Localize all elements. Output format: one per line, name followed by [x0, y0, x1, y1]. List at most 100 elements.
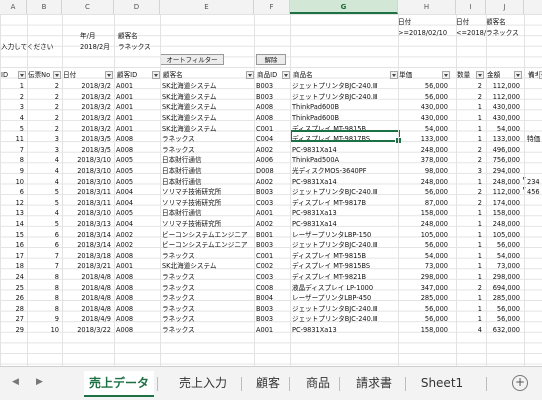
table-cell-cust[interactable]: SK北海道システム	[162, 92, 252, 102]
table-cell-id[interactable]: 26	[0, 293, 24, 303]
table-cell-den[interactable]: 4	[27, 177, 59, 187]
table-cell-den[interactable]: 8	[27, 283, 59, 293]
table-cell-den[interactable]: 9	[27, 314, 59, 324]
table-header-note[interactable]: 備考	[528, 70, 538, 80]
table-cell-den[interactable]: 7	[27, 261, 59, 271]
table-cell-prod[interactable]: レーザープリンタLBP-150	[292, 230, 396, 240]
filter-dropdown-icon[interactable]	[152, 71, 160, 79]
table-cell-den[interactable]: 3	[27, 134, 59, 144]
table-cell-price[interactable]: 105,000	[398, 230, 448, 240]
table-cell-price[interactable]: 73,000	[398, 261, 448, 271]
customer-name-value[interactable]: ラネックス	[118, 42, 151, 52]
table-cell-price[interactable]: 158,000	[398, 208, 448, 218]
year-month-value[interactable]: 2018/2月	[80, 42, 110, 52]
column-header-d[interactable]: D	[114, 0, 160, 14]
table-cell-amount[interactable]: 430,000	[486, 102, 520, 112]
criteria-header-customer[interactable]: 顧客名	[486, 17, 506, 27]
table-cell-amount[interactable]: 112,000	[486, 81, 520, 91]
column-header-e[interactable]: E	[160, 0, 254, 14]
table-cell-den[interactable]: 4	[27, 155, 59, 165]
table-cell-date[interactable]: 2018/3/2	[62, 124, 111, 134]
table-cell-date[interactable]: 2018/3/2	[62, 92, 111, 102]
table-cell-prod[interactable]: ディスプレイ MT-9817B	[292, 198, 396, 208]
table-header-id[interactable]: ID	[1, 70, 17, 80]
table-cell-qty[interactable]: 2	[456, 187, 482, 197]
table-cell-price[interactable]: 248,000	[398, 219, 448, 229]
table-cell-id[interactable]: 5	[0, 124, 24, 134]
table-cell-prod[interactable]: ジェットプリンタBJC-240.Ⅲ	[292, 187, 396, 197]
table-cell-amount[interactable]: 496,000	[486, 145, 520, 155]
table-cell-amount[interactable]: 430,000	[486, 113, 520, 123]
criteria-header-date-from[interactable]: 日付	[398, 17, 411, 27]
table-cell-amount[interactable]: 133,000	[486, 134, 520, 144]
table-cell-den[interactable]: 6	[27, 230, 59, 240]
table-cell-den[interactable]: 5	[27, 198, 59, 208]
table-cell-den[interactable]: 3	[27, 145, 59, 155]
table-cell-id[interactable]: 18	[0, 261, 24, 271]
table-cell-cust-id[interactable]: A001	[116, 102, 158, 112]
column-header-b[interactable]: B	[27, 0, 62, 14]
table-cell-cust-id[interactable]: A008	[116, 293, 158, 303]
table-cell-date[interactable]: 2018/3/10	[62, 208, 111, 218]
table-cell-price[interactable]: 56,000	[398, 81, 448, 91]
worksheet-grid[interactable]: 日付 日付 顧客名 >=2018/02/10 <=2018/02/28 ラネック…	[0, 14, 542, 366]
table-cell-date[interactable]: 2018/4/8	[62, 272, 111, 282]
table-header-cust-id[interactable]: 顧客ID	[117, 70, 151, 80]
table-cell-cust-id[interactable]: A004	[116, 219, 158, 229]
table-cell-date[interactable]: 2018/3/5	[62, 145, 111, 155]
table-cell-cust-id[interactable]: A008	[116, 145, 158, 155]
table-cell-amount[interactable]: 285,000	[486, 293, 520, 303]
table-header-cust[interactable]: 顧客名	[163, 70, 245, 80]
criteria-date-from-value[interactable]: >=2018/02/10	[398, 28, 456, 38]
table-cell-note[interactable]: 456	[527, 187, 542, 197]
table-cell-prod[interactable]: ThinkPad600B	[292, 113, 396, 123]
table-cell-prod[interactable]: PC-9831Xa14	[292, 177, 396, 187]
table-cell-den[interactable]: 2	[27, 124, 59, 134]
table-cell-den[interactable]: 7	[27, 251, 59, 261]
table-cell-amount[interactable]: 756,000	[486, 155, 520, 165]
table-header-den[interactable]: 伝票No	[28, 70, 52, 80]
table-cell-date[interactable]: 2018/3/2	[62, 113, 111, 123]
table-cell-id[interactable]: 10	[0, 177, 24, 187]
table-cell-qty[interactable]: 1	[456, 314, 482, 324]
table-cell-id[interactable]: 3	[0, 102, 24, 112]
table-cell-date[interactable]: 2018/4/8	[62, 283, 111, 293]
table-cell-prod-id[interactable]: A001	[256, 208, 288, 218]
table-cell-qty[interactable]: 1	[456, 134, 482, 144]
table-cell-qty[interactable]: 1	[456, 208, 482, 218]
table-cell-cust[interactable]: ソリマチ技術研究所	[162, 219, 252, 229]
table-cell-prod-id[interactable]: B003	[256, 92, 288, 102]
table-cell-prod[interactable]: ジェットプリンタBJC-240.Ⅲ	[292, 81, 396, 91]
table-cell-prod[interactable]: レーザープリンタLBP-450	[292, 293, 396, 303]
table-cell-qty[interactable]: 1	[456, 304, 482, 314]
table-cell-prod[interactable]: ThinkPad600B	[292, 102, 396, 112]
table-cell-prod[interactable]: PC-9831Xa13	[292, 208, 396, 218]
table-cell-prod-id[interactable]: C003	[256, 272, 288, 282]
table-cell-date[interactable]: 2018/3/10	[62, 166, 111, 176]
table-cell-prod-id[interactable]: A006	[256, 155, 288, 165]
table-cell-id[interactable]: 28	[0, 304, 24, 314]
table-cell-cust-id[interactable]: A001	[116, 261, 158, 271]
filter-dropdown-icon[interactable]	[514, 71, 522, 79]
table-cell-price[interactable]: 347,000	[398, 283, 448, 293]
table-cell-den[interactable]: 8	[27, 304, 59, 314]
table-cell-prod-id[interactable]: B003	[256, 240, 288, 250]
table-cell-cust[interactable]: 日本財行通信	[162, 208, 252, 218]
table-cell-amount[interactable]: 158,000	[486, 208, 520, 218]
criteria-header-date-to[interactable]: 日付	[456, 17, 469, 27]
table-cell-price[interactable]: 56,000	[398, 240, 448, 250]
table-header-date[interactable]: 日付	[63, 70, 104, 80]
table-cell-price[interactable]: 158,000	[398, 325, 448, 335]
table-cell-qty[interactable]: 2	[456, 92, 482, 102]
table-cell-prod[interactable]: ディスプレイ MT-9815B	[292, 251, 396, 261]
table-cell-den[interactable]: 10	[27, 325, 59, 335]
prev-sheet-icon[interactable]: ◀	[12, 377, 19, 387]
table-cell-prod-id[interactable]: C008	[256, 283, 288, 293]
table-cell-id[interactable]: 8	[0, 155, 24, 165]
table-cell-id[interactable]: 15	[0, 230, 24, 240]
table-cell-cust[interactable]: 日本財行通信	[162, 166, 252, 176]
table-cell-cust-id[interactable]: A008	[116, 251, 158, 261]
table-cell-amount[interactable]: 694,000	[486, 283, 520, 293]
table-cell-prod-id[interactable]: C002	[256, 261, 288, 271]
table-cell-id[interactable]: 14	[0, 219, 24, 229]
